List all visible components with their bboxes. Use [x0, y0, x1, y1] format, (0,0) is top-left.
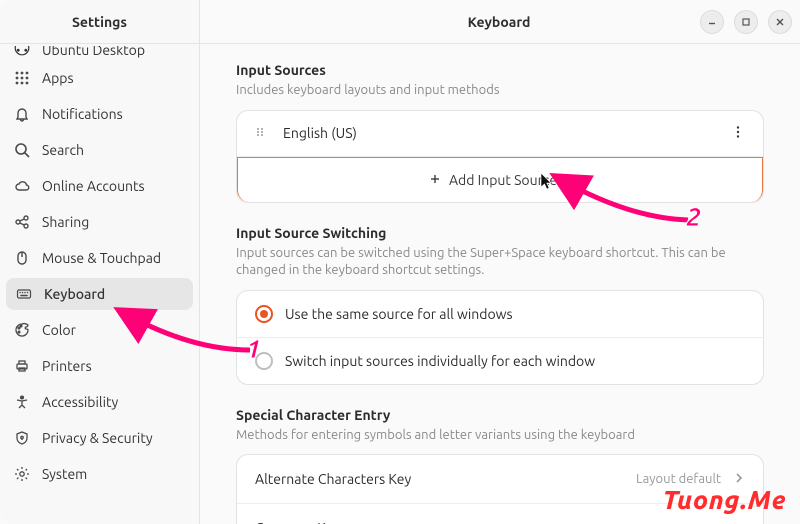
sidebar-header: Settings [0, 0, 199, 44]
special-card: Alternate Characters Key Layout default … [236, 454, 764, 524]
share-icon [14, 214, 30, 230]
sidebar-item-accessibility[interactable]: Accessibility [0, 384, 199, 420]
section-desc-switching: Input sources can be switched using the … [236, 245, 764, 280]
sidebar-item-label: Notifications [42, 106, 123, 122]
accessibility-icon [14, 394, 30, 410]
section-desc-input-sources: Includes keyboard layouts and input meth… [236, 82, 764, 100]
section-desc-special: Methods for entering symbols and letter … [236, 427, 764, 445]
sidebar-item-search[interactable]: Search [0, 132, 199, 168]
sidebar-title: Settings [40, 14, 159, 30]
sidebar-item-label: Privacy & Security [42, 430, 153, 446]
section-title-switching: Input Source Switching [236, 225, 764, 241]
section-title-special: Special Character Entry [236, 407, 764, 423]
content-scroll[interactable]: Input Sources Includes keyboard layouts … [200, 44, 800, 524]
sidebar-search-button[interactable] [8, 6, 40, 38]
shield-icon [14, 430, 30, 446]
mouse-icon [14, 250, 30, 266]
sidebar-item-label: Search [42, 142, 84, 158]
gear-icon [14, 466, 30, 482]
sidebar-item-label: Sharing [42, 214, 89, 230]
input-source-row[interactable]: English (US) [237, 111, 763, 157]
page-title: Keyboard [298, 14, 700, 30]
sidebar-item-mouse-touchpad[interactable]: Mouse & Touchpad [0, 240, 199, 276]
sidebar-item-notifications[interactable]: Notifications [0, 96, 199, 132]
switching-option-same-source[interactable]: Use the same source for all windows [237, 291, 763, 338]
cloud-icon [14, 178, 30, 194]
sidebar-item-label: Keyboard [44, 286, 105, 302]
palette-icon [14, 322, 30, 338]
alternate-characters-row[interactable]: Alternate Characters Key Layout default [237, 455, 763, 504]
sidebar-menu-button[interactable] [159, 6, 191, 38]
minimize-button[interactable] [700, 10, 724, 34]
input-sources-card: English (US) Add Input Source… [236, 110, 764, 203]
sidebar-scroll[interactable]: Ubuntu Desktop Apps Notifications Search… [0, 44, 199, 524]
sidebar-item-label: Online Accounts [42, 178, 145, 194]
chevron-right-icon [733, 471, 745, 487]
search-icon [14, 142, 30, 158]
ubuntu-icon [14, 46, 30, 60]
printer-icon [14, 358, 30, 374]
alternate-characters-value: Layout default [636, 472, 721, 486]
sidebar-item-label: System [42, 466, 87, 482]
compose-key-row[interactable]: Compose Key [237, 504, 763, 524]
add-input-source-label: Add Input Source… [449, 172, 571, 188]
sidebar-item-privacy-security[interactable]: Privacy & Security [0, 420, 199, 456]
sidebar: Settings Ubuntu Desktop Apps Notificatio [0, 0, 200, 524]
alternate-characters-label: Alternate Characters Key [255, 471, 624, 487]
sidebar-item-ubuntu-desktop[interactable]: Ubuntu Desktop [0, 46, 199, 60]
add-input-source-button[interactable]: Add Input Source… [237, 157, 763, 202]
input-source-name: English (US) [283, 125, 357, 141]
compose-key-label: Compose Key [255, 520, 745, 524]
switching-option-label: Use the same source for all windows [285, 306, 513, 322]
sidebar-item-color[interactable]: Color [0, 312, 199, 348]
radio-checked-icon[interactable] [255, 305, 273, 323]
sidebar-item-printers[interactable]: Printers [0, 348, 199, 384]
drag-handle-icon[interactable] [255, 125, 267, 141]
switching-card: Use the same source for all windows Swit… [236, 290, 764, 385]
settings-window: Settings Ubuntu Desktop Apps Notificatio [0, 0, 800, 524]
sidebar-item-label: Printers [42, 358, 92, 374]
sidebar-item-keyboard[interactable]: Keyboard [6, 278, 193, 310]
window-controls [700, 10, 792, 34]
sidebar-item-label: Ubuntu Desktop [42, 46, 145, 58]
switching-option-per-window[interactable]: Switch input sources individually for ea… [237, 338, 763, 384]
keyboard-icon [16, 286, 32, 302]
radio-unchecked-icon[interactable] [255, 352, 273, 370]
grid-icon [14, 70, 30, 86]
sidebar-item-apps[interactable]: Apps [0, 60, 199, 96]
sidebar-item-sharing[interactable]: Sharing [0, 204, 199, 240]
titlebar: Keyboard [200, 0, 800, 44]
sidebar-item-label: Accessibility [42, 394, 118, 410]
main-pane: Keyboard Input Sources Includes keyboard… [200, 0, 800, 524]
sidebar-item-system[interactable]: System [0, 456, 199, 492]
switching-option-label: Switch input sources individually for ea… [285, 353, 595, 369]
plus-icon [429, 172, 441, 188]
input-source-menu-button[interactable] [731, 125, 745, 142]
section-title-input-sources: Input Sources [236, 62, 764, 78]
sidebar-item-label: Color [42, 322, 76, 338]
sidebar-item-online-accounts[interactable]: Online Accounts [0, 168, 199, 204]
maximize-button[interactable] [734, 10, 758, 34]
bell-icon [14, 106, 30, 122]
sidebar-item-label: Mouse & Touchpad [42, 250, 161, 266]
sidebar-item-label: Apps [42, 70, 74, 86]
close-button[interactable] [768, 10, 792, 34]
